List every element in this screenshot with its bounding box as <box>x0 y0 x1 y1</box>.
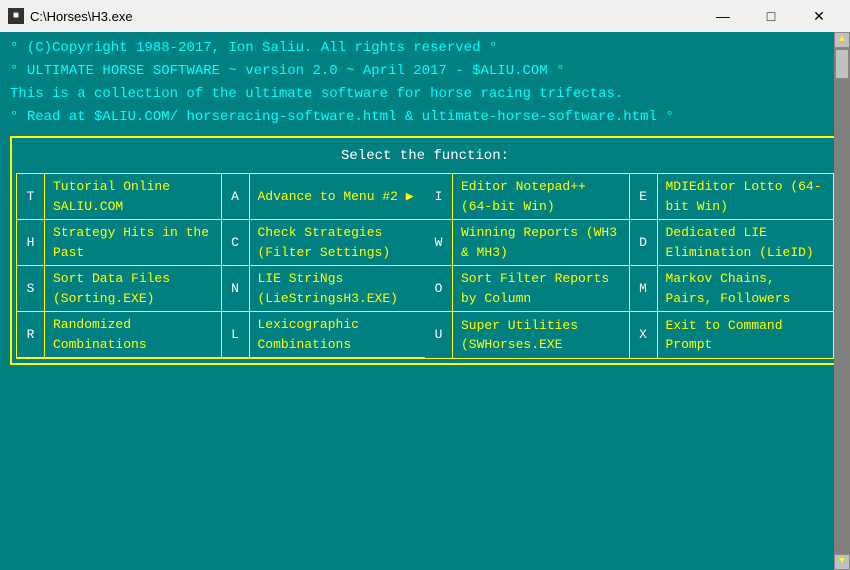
terminal-area: ° (C)Copyright 1988-2017, Ion Saliu. All… <box>0 32 850 570</box>
menu-right-cell[interactable]: L Lexicographic Combinations <box>222 312 426 357</box>
menu-right-cell[interactable]: N LIE StriNgs (LieStringsH3.EXE) <box>222 266 426 311</box>
scroll-track <box>834 48 850 554</box>
scroll-thumb[interactable] <box>835 49 849 79</box>
menu-key-right[interactable]: M <box>630 266 658 311</box>
menu-left-cell[interactable]: O Sort Filter Reports by Column <box>425 266 630 311</box>
scroll-down-button[interactable]: ▼ <box>834 554 850 570</box>
menu-key-left[interactable]: S <box>17 266 45 311</box>
menu-label-right: Check Strategies (Filter Settings) <box>250 220 426 265</box>
menu-key-left[interactable]: H <box>17 220 45 265</box>
window-title: C:\Horses\H3.exe <box>30 9 700 24</box>
minimize-button[interactable]: — <box>700 1 746 31</box>
menu-key-left[interactable]: U <box>425 312 453 358</box>
menu-key-right[interactable]: D <box>630 220 658 265</box>
menu-left-cell[interactable]: S Sort Data Files (Sorting.EXE) <box>17 266 222 311</box>
menu-right-cell[interactable]: C Check Strategies (Filter Settings) <box>222 220 426 265</box>
menu-right-cell[interactable]: M Markov Chains, Pairs, Followers <box>630 266 834 311</box>
menu-key-right[interactable]: X <box>630 312 658 358</box>
menu-left-cell[interactable]: T Tutorial Online SALIU.COM <box>17 174 222 219</box>
menu-left-cell[interactable]: I Editor Notepad++ (64-bit Win) <box>425 174 630 219</box>
menu-key-left[interactable]: R <box>17 312 45 357</box>
menu-label-left: Super Utilities (SWHorses.EXE <box>453 312 629 358</box>
main-window: ■ C:\Horses\H3.exe — □ ✕ ° (C)Copyright … <box>0 0 850 570</box>
scroll-up-button[interactable]: ▲ <box>834 32 850 48</box>
menu-row[interactable]: T Tutorial Online SALIU.COM A Advance to… <box>17 174 425 220</box>
maximize-button[interactable]: □ <box>748 1 794 31</box>
menu-label-right: Markov Chains, Pairs, Followers <box>658 266 834 311</box>
menu-key-right[interactable]: E <box>630 174 658 219</box>
menu-row[interactable]: H Strategy Hits in the Past C Check Stra… <box>17 220 425 266</box>
scrollbar[interactable]: ▲ ▼ <box>834 32 850 570</box>
menu-label-right: Dedicated LIE Elimination (LieID) <box>658 220 834 265</box>
title-bar: ■ C:\Horses\H3.exe — □ ✕ <box>0 0 850 32</box>
menu-key-right[interactable]: L <box>222 312 250 357</box>
header-line3: This is a collection of the ultimate sof… <box>10 84 840 105</box>
menu-key-left[interactable]: I <box>425 174 453 219</box>
menu-key-right[interactable]: N <box>222 266 250 311</box>
menu-left-cell[interactable]: W Winning Reports (WH3 & MH3) <box>425 220 630 265</box>
menu-key-left[interactable]: W <box>425 220 453 265</box>
menu-left-cell[interactable]: U Super Utilities (SWHorses.EXE <box>425 312 630 358</box>
menu-right-cell[interactable]: X Exit to Command Prompt <box>630 312 834 358</box>
menu-label-left: Strategy Hits in the Past <box>45 220 221 265</box>
window-icon: ■ <box>8 8 24 24</box>
menu-label-right: Exit to Command Prompt <box>658 312 834 358</box>
header-line2: ° ULTIMATE HORSE SOFTWARE ~ version 2.0 … <box>10 61 840 82</box>
menu-grid: T Tutorial Online SALIU.COM A Advance to… <box>16 173 834 359</box>
menu-title: Select the function: <box>16 142 834 173</box>
menu-row[interactable]: W Winning Reports (WH3 & MH3) D Dedicate… <box>425 220 833 266</box>
menu-label-right: Advance to Menu #2 ▶ <box>250 174 426 219</box>
menu-right-cell[interactable]: D Dedicated LIE Elimination (LieID) <box>630 220 834 265</box>
menu-container: Select the function: T Tutorial Online S… <box>10 136 840 365</box>
header-line4: ° Read at $ALIU.COM/ horseracing-softwar… <box>10 107 840 128</box>
menu-right-cell[interactable]: A Advance to Menu #2 ▶ <box>222 174 426 219</box>
menu-label-right: LIE StriNgs (LieStringsH3.EXE) <box>250 266 426 311</box>
menu-row[interactable]: S Sort Data Files (Sorting.EXE) N LIE St… <box>17 266 425 312</box>
menu-left-cell[interactable]: H Strategy Hits in the Past <box>17 220 222 265</box>
menu-right-cell[interactable]: E MDIEditor Lotto (64-bit Win) <box>630 174 834 219</box>
menu-label-right: Lexicographic Combinations <box>250 312 426 357</box>
menu-key-left[interactable]: T <box>17 174 45 219</box>
header-line1: ° (C)Copyright 1988-2017, Ion Saliu. All… <box>10 38 840 59</box>
window-controls: — □ ✕ <box>700 1 842 31</box>
menu-label-left: Tutorial Online SALIU.COM <box>45 174 221 219</box>
menu-label-left: Randomized Combinations <box>45 312 221 357</box>
menu-label-right: MDIEditor Lotto (64-bit Win) <box>658 174 834 219</box>
menu-label-left: Winning Reports (WH3 & MH3) <box>453 220 629 265</box>
menu-left-cell[interactable]: R Randomized Combinations <box>17 312 222 357</box>
menu-row[interactable]: R Randomized Combinations L Lexicographi… <box>17 312 425 358</box>
menu-key-left[interactable]: O <box>425 266 453 311</box>
menu-key-right[interactable]: C <box>222 220 250 265</box>
menu-label-left: Sort Data Files (Sorting.EXE) <box>45 266 221 311</box>
menu-key-right[interactable]: A <box>222 174 250 219</box>
menu-label-left: Editor Notepad++ (64-bit Win) <box>453 174 629 219</box>
menu-row[interactable]: O Sort Filter Reports by Column M Markov… <box>425 266 833 312</box>
menu-label-left: Sort Filter Reports by Column <box>453 266 629 311</box>
menu-row[interactable]: U Super Utilities (SWHorses.EXE X Exit t… <box>425 312 833 358</box>
close-button[interactable]: ✕ <box>796 1 842 31</box>
menu-row[interactable]: I Editor Notepad++ (64-bit Win) E MDIEdi… <box>425 174 833 220</box>
